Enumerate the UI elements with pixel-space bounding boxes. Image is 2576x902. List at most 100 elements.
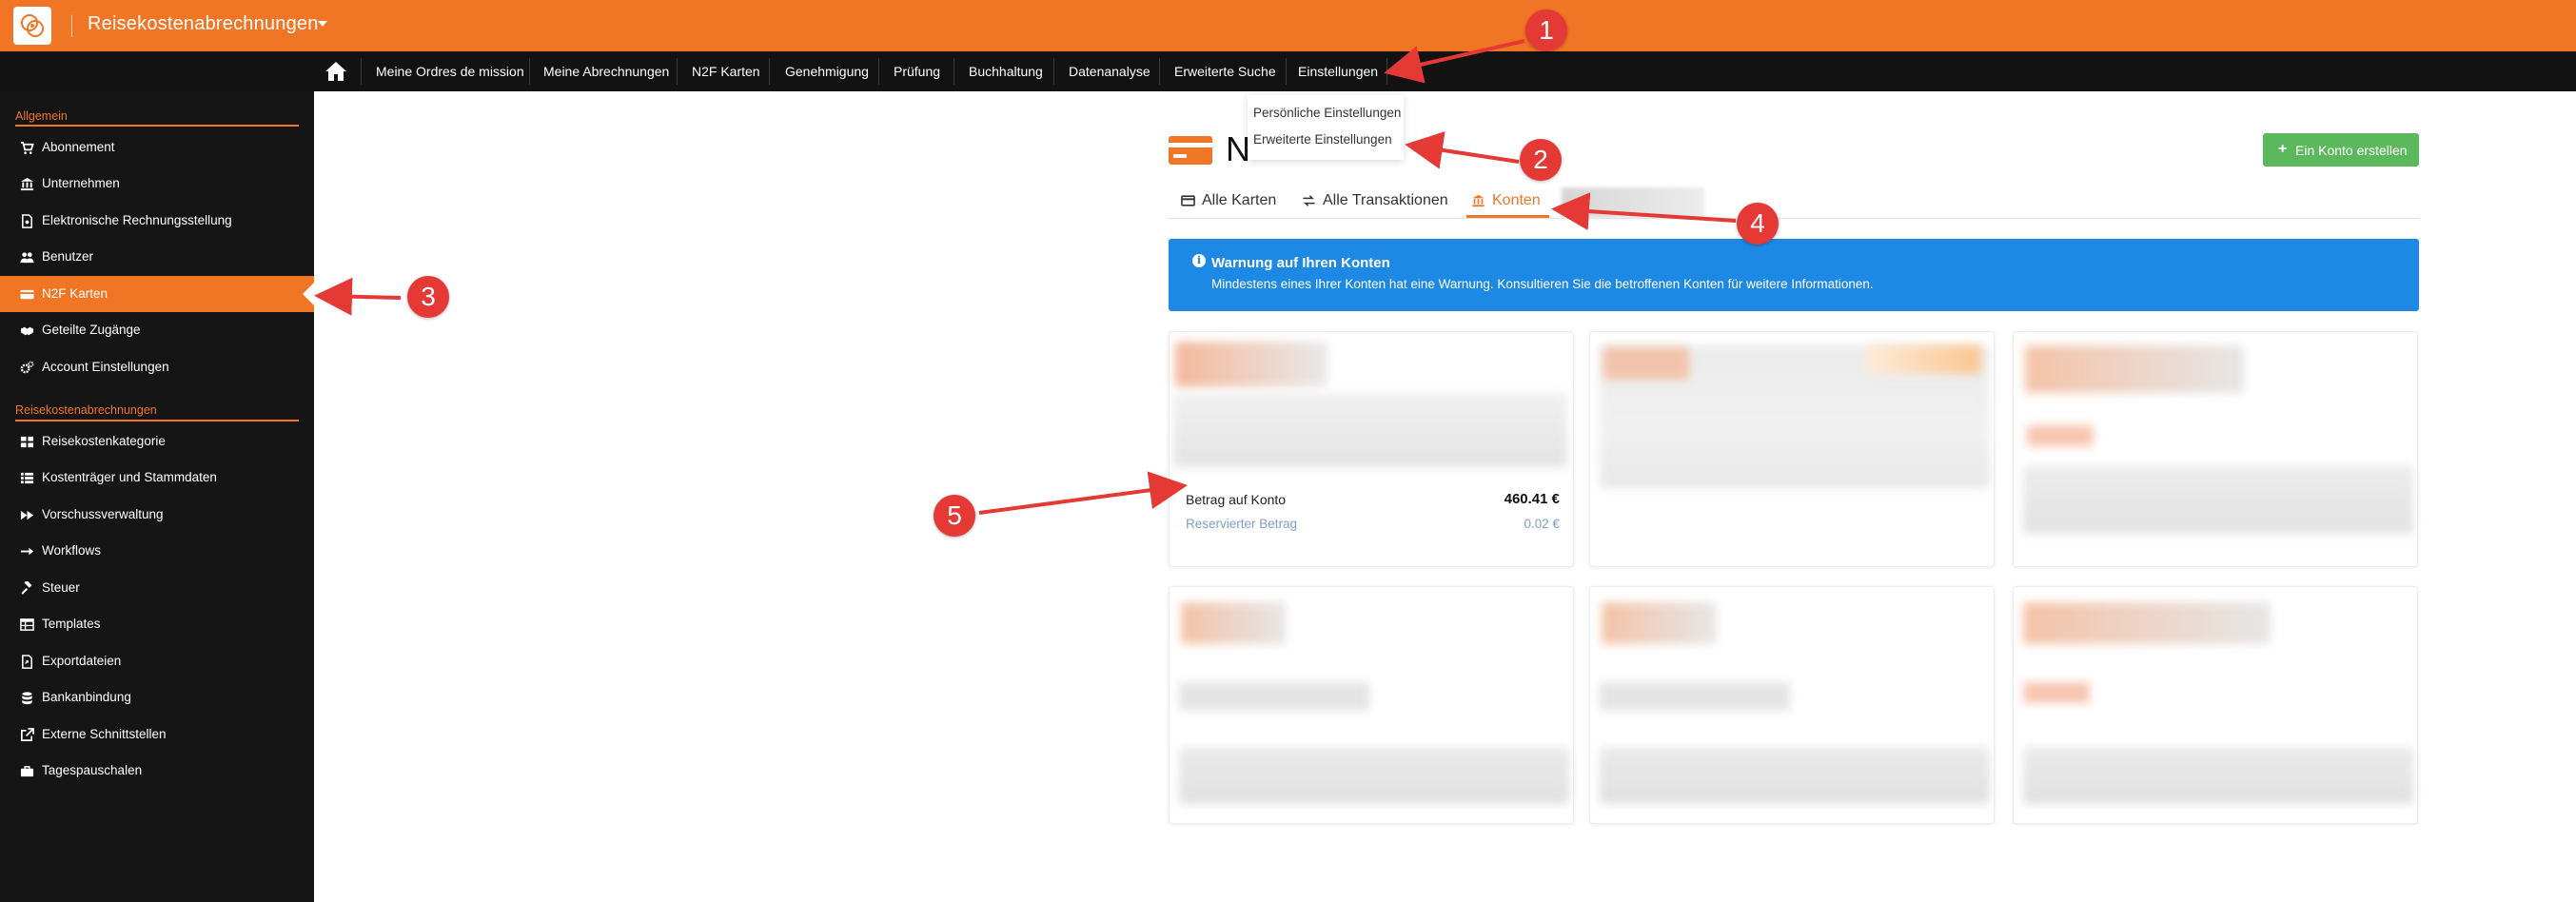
reserved-label: Reservierter Betrag [1186, 517, 1298, 531]
redacted-account-name [1181, 602, 1286, 644]
alert-message: Mindestens eines Ihrer Konten hat eine W… [1211, 277, 1874, 291]
sidebar-section-divider [15, 420, 299, 422]
sidebar-item-reisekostenkategorie[interactable]: Reisekostenkategorie [0, 423, 314, 460]
sidebar-item-geteilte-zugaenge[interactable]: Geteilte Zugänge [0, 312, 314, 348]
nav-item-datenanalyse[interactable]: Datenanalyse [1069, 51, 1150, 91]
main-navigation: Meine Ordres de mission Meine Abrechnung… [0, 51, 2576, 91]
nav-item-genehmigung[interactable]: Genehmigung [785, 51, 869, 91]
info-icon: i [1192, 254, 1206, 267]
nav-divider [1053, 58, 1054, 85]
sidebar-item-abonnement[interactable]: Abonnement [0, 129, 314, 166]
redacted-account-details [1600, 682, 1790, 711]
bank-icon [20, 177, 34, 191]
dropdown-item-persoenliche-einstellungen[interactable]: Persönliche Einstellungen [1253, 106, 1401, 120]
fast-forward-icon [20, 510, 34, 520]
credit-card-icon [1181, 195, 1195, 206]
annotation-arrow-3 [314, 277, 402, 316]
redacted-account-details [1179, 682, 1369, 711]
sidebar-item-label: Externe Schnittstellen [42, 727, 167, 741]
sidebar-item-label: Elektronische Rechnungsstellung [42, 213, 232, 227]
balance-label: Betrag auf Konto [1186, 492, 1287, 507]
briefcase-icon [20, 766, 34, 777]
account-card[interactable] [1169, 586, 1574, 824]
alert-title: Warnung auf Ihren Konten [1211, 255, 1390, 271]
grid-icon [20, 436, 34, 448]
top-header-bar: Reisekostenabrechnungen [0, 0, 2576, 51]
nav-item-ordres[interactable]: Meine Ordres de mission [376, 51, 524, 91]
nav-divider [1286, 58, 1287, 85]
header-divider [71, 14, 72, 37]
chevron-down-icon[interactable] [318, 21, 327, 27]
create-account-button[interactable]: + Ein Konto erstellen [2263, 133, 2419, 167]
account-card[interactable]: Betrag auf Konto 460.41 € Reservierter B… [1169, 331, 1574, 567]
callout-badge-3: 3 [407, 276, 449, 318]
account-card[interactable] [2013, 331, 2418, 567]
sidebar-item-steuer[interactable]: Steuer [0, 570, 314, 606]
sidebar-item-n2f-karten[interactable]: N2F Karten [0, 276, 314, 312]
account-card[interactable] [2013, 586, 2418, 824]
nav-divider [361, 58, 362, 85]
exchange-icon [1303, 195, 1315, 206]
sidebar-item-label: Vorschussverwaltung [42, 507, 164, 521]
nav-item-einstellungen[interactable]: Einstellungen [1298, 51, 1378, 91]
annotation-arrow-5 [978, 471, 1188, 515]
account-card[interactable] [1589, 331, 1995, 567]
sidebar-item-exportdateien[interactable]: Exportdateien [0, 643, 314, 679]
sidebar-item-vorschussverwaltung[interactable]: Vorschussverwaltung [0, 497, 314, 533]
account-card[interactable] [1589, 586, 1995, 824]
sidebar-item-label: Tagespauschalen [42, 763, 143, 777]
sidebar-item-kostentraeger[interactable]: Kostenträger und Stammdaten [0, 460, 314, 496]
callout-badge-4: 4 [1737, 203, 1779, 245]
nav-divider [529, 58, 530, 85]
nav-item-abrechnungen[interactable]: Meine Abrechnungen [543, 51, 669, 91]
redacted-account-name [2025, 345, 2244, 393]
sidebar-item-label: N2F Karten [42, 286, 108, 301]
redacted-account-badge [1866, 345, 1980, 374]
sidebar-item-workflows[interactable]: Workflows [0, 533, 314, 569]
redacted-account-name [1175, 342, 1327, 387]
sidebar-section-title: Reisekostenabrechnungen [15, 403, 157, 417]
sidebar-section-title: Allgemein [15, 109, 68, 123]
sidebar-item-account-einstellungen[interactable]: Account Einstellungen [0, 349, 314, 385]
sidebar-item-templates[interactable]: Templates [0, 606, 314, 642]
sidebar-item-bankanbindung[interactable]: Bankanbindung [0, 679, 314, 716]
nav-item-buchhaltung[interactable]: Buchhaltung [969, 51, 1043, 91]
redacted-account-status [2023, 682, 2090, 703]
app-logo[interactable] [13, 7, 51, 45]
credit-card-icon [1169, 136, 1212, 165]
nav-item-erweiterte-suche[interactable]: Erweiterte Suche [1174, 51, 1276, 91]
callout-badge-2: 2 [1520, 139, 1562, 181]
redacted-account-balance [1179, 747, 1569, 804]
sidebar-item-label: Geteilte Zugänge [42, 323, 141, 337]
redacted-account-balance [1600, 747, 1990, 804]
sidebar-item-tagespauschalen[interactable]: Tagespauschalen [0, 753, 314, 789]
home-icon[interactable] [324, 61, 347, 82]
redacted-tab [1562, 187, 1704, 218]
app-title[interactable]: Reisekostenabrechnungen [88, 13, 319, 35]
nav-item-pruefung[interactable]: Prüfung [894, 51, 940, 91]
sidebar-item-label: Abonnement [42, 140, 115, 154]
sidebar-item-elektronische-rechnungsstellung[interactable]: Elektronische Rechnungsstellung [0, 203, 314, 239]
sidebar-item-label: Reisekostenkategorie [42, 434, 166, 448]
nav-divider [1159, 58, 1160, 85]
callout-badge-1: 1 [1525, 10, 1567, 51]
gavel-icon [21, 581, 32, 595]
dropdown-item-erweiterte-einstellungen[interactable]: Erweiterte Einstellungen [1253, 132, 1392, 147]
nav-divider [677, 58, 678, 85]
reserved-value: 0.02 € [1524, 517, 1560, 531]
annotation-arrow-2 [1405, 131, 1520, 169]
sidebar-item-label: Benutzer [42, 249, 94, 264]
nav-divider [769, 58, 770, 85]
sidebar-item-label: Account Einstellungen [42, 360, 169, 374]
nav-item-n2f-karten[interactable]: N2F Karten [692, 51, 760, 91]
settings-dropdown-menu: Persönliche Einstellungen Erweiterte Ein… [1248, 95, 1404, 160]
users-icon [20, 252, 34, 264]
plus-icon: + [2278, 141, 2288, 157]
bank-icon [1472, 194, 1485, 207]
table-icon [20, 618, 34, 631]
redacted-account-balance [2023, 747, 2413, 804]
sidebar-item-externe-schnittstellen[interactable]: Externe Schnittstellen [0, 716, 314, 753]
sidebar-item-unternehmen[interactable]: Unternehmen [0, 166, 314, 202]
list-icon [20, 472, 34, 484]
sidebar-item-benutzer[interactable]: Benutzer [0, 239, 314, 275]
